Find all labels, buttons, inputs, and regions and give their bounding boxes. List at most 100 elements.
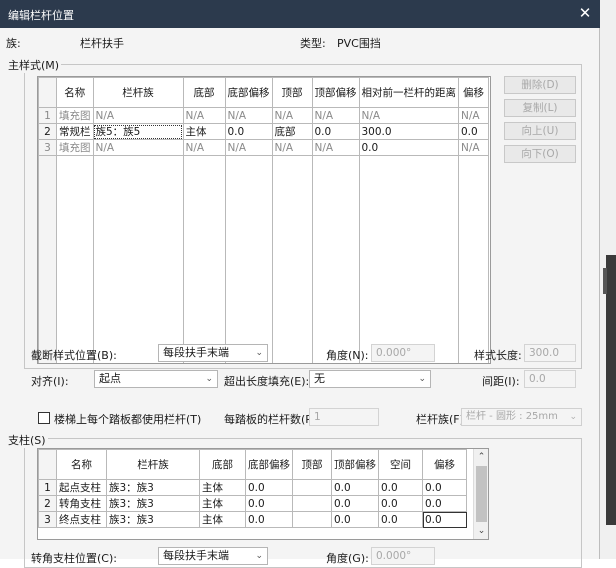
table-cell[interactable]: 主体 [199, 479, 246, 496]
table-cell[interactable]: 族3：族3 [106, 479, 200, 496]
table-cell[interactable]: 主体 [199, 511, 246, 528]
pattern-length-field[interactable]: 300.0 [524, 344, 576, 362]
table-cell[interactable]: 0.0 [331, 495, 379, 512]
table-cell[interactable]: N/A [182, 107, 226, 124]
copy-button[interactable]: 复制(L) [504, 99, 576, 117]
table-cell[interactable] [292, 511, 332, 528]
table-cell[interactable]: 终点支柱 [56, 511, 107, 528]
excess-fill-value: 无 [314, 372, 325, 385]
posts-scrollbar[interactable]: ⌃ ⌄ [473, 449, 488, 539]
table-cell[interactable]: 0.0 [422, 479, 467, 496]
scroll-up-icon[interactable]: ⌃ [474, 449, 488, 465]
table-cell[interactable]: 起点支柱 [56, 479, 107, 496]
move-down-button[interactable]: 向下(O) [504, 145, 576, 163]
delete-button[interactable]: 删除(D) [504, 76, 576, 94]
row-number[interactable]: 2 [38, 495, 57, 512]
table-row[interactable]: 2 转角支柱 族3：族3 主体 0.0 0.0 0.0 0.0 [38, 495, 467, 512]
column-header[interactable]: 偏移 [422, 449, 467, 480]
table-cell-selected[interactable]: 族5：族5 [92, 123, 184, 140]
angle-field[interactable]: 0.000° [371, 344, 435, 362]
table-cell[interactable]: 0.0 [245, 495, 293, 512]
table-cell[interactable] [292, 495, 332, 512]
corner-angle-field[interactable]: 0.000° [371, 547, 435, 565]
column-header[interactable]: 名称 [56, 77, 94, 108]
table-row[interactable]: 3 终点支柱 族3：族3 主体 0.0 0.0 0.0 0.0 [38, 511, 467, 528]
table-cell[interactable]: N/A [311, 107, 360, 124]
corner-post-select[interactable]: 每段扶手末端 ⌄ [158, 547, 268, 565]
table-cell[interactable]: 0.0 [422, 511, 467, 528]
table-cell[interactable]: 0.0 [224, 123, 273, 140]
break-pattern-select[interactable]: 每段扶手末端 ⌄ [158, 344, 268, 362]
table-cell[interactable]: 0.0 [458, 123, 489, 140]
row-number[interactable]: 2 [38, 123, 57, 140]
table-cell[interactable] [292, 479, 332, 496]
table-cell[interactable]: N/A [182, 139, 226, 156]
row-number[interactable]: 3 [38, 139, 57, 156]
posts-grid[interactable]: 名称 栏杆族 底部 底部偏移 顶部 顶部偏移 空间 偏移 1 起点支柱 族3：族… [37, 448, 489, 540]
column-header[interactable]: 相对前一栏杆的距离 [358, 77, 459, 108]
table-cell[interactable]: N/A [271, 107, 313, 124]
table-cell[interactable]: 底部 [271, 123, 313, 140]
spacing-field[interactable]: 0.0 [524, 370, 576, 388]
column-header[interactable]: 底部 [199, 449, 246, 480]
table-cell[interactable]: N/A [271, 139, 313, 156]
column-header[interactable]: 空间 [378, 449, 423, 480]
table-cell[interactable]: N/A [224, 139, 273, 156]
background-window-edge [600, 0, 616, 559]
table-cell[interactable]: 族3：族3 [106, 511, 200, 528]
scrollbar-thumb[interactable] [476, 466, 487, 522]
column-header[interactable]: 顶部 [292, 449, 332, 480]
table-cell[interactable]: 填充图 [56, 139, 94, 156]
column-header[interactable]: 底部偏移 [224, 77, 273, 108]
per-tread-checkbox[interactable] [38, 412, 50, 424]
table-cell[interactable]: N/A [458, 139, 489, 156]
column-header[interactable]: 顶部偏移 [331, 449, 379, 480]
baluster-family-select[interactable]: 栏杆 - 圆形 : 25mm ⌄ [461, 408, 582, 426]
table-cell[interactable]: N/A [358, 107, 459, 124]
table-cell[interactable]: 0.0 [311, 123, 360, 140]
table-cell[interactable]: 主体 [182, 123, 226, 140]
row-number[interactable]: 3 [38, 511, 57, 528]
table-cell[interactable]: 族3：族3 [106, 495, 200, 512]
column-header[interactable]: 顶部偏移 [311, 77, 360, 108]
table-cell[interactable]: N/A [224, 107, 273, 124]
move-up-button[interactable]: 向上(U) [504, 122, 576, 140]
justify-select[interactable]: 起点 ⌄ [94, 370, 218, 388]
table-row[interactable]: 1 填充图 N/A N/A N/A N/A N/A N/A N/A [38, 107, 489, 124]
row-number[interactable]: 1 [38, 107, 57, 124]
column-header[interactable]: 顶部 [271, 77, 313, 108]
table-cell[interactable]: N/A [458, 107, 489, 124]
scroll-down-icon[interactable]: ⌄ [474, 523, 488, 539]
table-cell[interactable]: 0.0 [245, 479, 293, 496]
table-cell[interactable]: 常规栏 [56, 123, 94, 140]
row-number[interactable]: 1 [38, 479, 57, 496]
table-cell[interactable]: N/A [311, 139, 360, 156]
column-header[interactable]: 偏移 [458, 77, 489, 108]
table-cell[interactable]: 0.0 [422, 495, 467, 512]
table-cell[interactable]: 0.0 [378, 511, 423, 528]
balusters-per-tread-field[interactable]: 1 [309, 408, 379, 426]
table-cell[interactable]: N/A [92, 139, 184, 156]
table-row[interactable]: 2 常规栏 族5：族5 主体 0.0 底部 0.0 300.0 0.0 [38, 123, 489, 140]
table-row[interactable]: 1 起点支柱 族3：族3 主体 0.0 0.0 0.0 0.0 [38, 479, 467, 496]
table-cell[interactable]: 0.0 [245, 511, 293, 528]
table-cell[interactable]: 0.0 [331, 479, 379, 496]
column-header[interactable]: 底部 [182, 77, 226, 108]
main-pattern-grid[interactable]: 名称 栏杆族 底部 底部偏移 顶部 顶部偏移 相对前一栏杆的距离 偏移 1 填充… [37, 76, 491, 364]
table-cell[interactable]: 0.0 [331, 511, 379, 528]
close-icon[interactable]: ✕ [574, 3, 596, 25]
table-cell[interactable]: 0.0 [378, 479, 423, 496]
column-header[interactable]: 名称 [56, 449, 107, 480]
table-cell[interactable]: N/A [92, 107, 184, 124]
table-row[interactable]: 3 填充图 N/A N/A N/A N/A N/A 0.0 N/A [38, 139, 489, 156]
column-header[interactable]: 栏杆族 [106, 449, 200, 480]
excess-fill-select[interactable]: 无 ⌄ [309, 370, 431, 388]
column-header[interactable]: 栏杆族 [92, 77, 184, 108]
table-cell[interactable]: 转角支柱 [56, 495, 107, 512]
table-cell[interactable]: 300.0 [358, 123, 459, 140]
table-cell[interactable]: 0.0 [358, 139, 459, 156]
table-cell[interactable]: 填充图 [56, 107, 94, 124]
table-cell[interactable]: 0.0 [378, 495, 423, 512]
table-cell[interactable]: 主体 [199, 495, 246, 512]
column-header[interactable]: 底部偏移 [245, 449, 293, 480]
